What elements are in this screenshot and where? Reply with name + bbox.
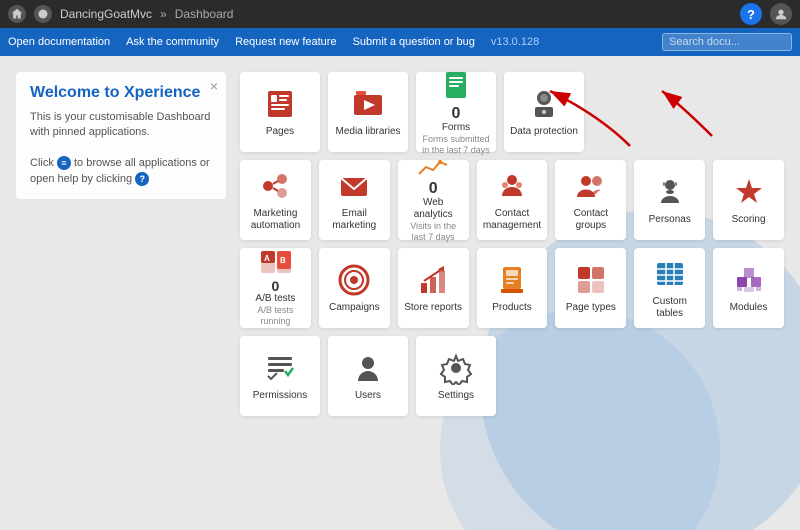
breadcrumb: Dashboard bbox=[175, 7, 234, 21]
user-avatar[interactable] bbox=[770, 3, 792, 25]
settings-label: Settings bbox=[438, 390, 474, 402]
data-protection-icon bbox=[526, 86, 562, 122]
ab-tests-sublabel: A/B tests running bbox=[246, 305, 305, 327]
contact-mgmt-label: Contact management bbox=[483, 208, 542, 232]
campaigns-icon bbox=[336, 262, 372, 298]
tile-page-types[interactable]: Page types bbox=[555, 248, 626, 328]
products-icon bbox=[494, 262, 530, 298]
tile-modules[interactable]: Modules bbox=[713, 248, 784, 328]
personas-label: Personas bbox=[649, 214, 691, 226]
tile-email-marketing[interactable]: Email marketing bbox=[319, 160, 390, 240]
breadcrumb-separator: » bbox=[160, 7, 167, 21]
svg-text:B: B bbox=[280, 256, 286, 265]
contact-groups-label: Contact groups bbox=[561, 208, 620, 232]
permissions-label: Permissions bbox=[253, 390, 307, 402]
web-analytics-icon bbox=[415, 157, 451, 177]
data-protection-label: Data protection bbox=[510, 126, 578, 138]
media-icon bbox=[350, 86, 386, 122]
request-feature-link[interactable]: Request new feature bbox=[235, 36, 337, 48]
custom-tables-icon bbox=[652, 256, 688, 292]
tiles-area: Pages Media libraries 0 Forms Forms subm… bbox=[240, 72, 784, 424]
open-help-icon[interactable]: ? bbox=[135, 172, 149, 186]
pages-icon bbox=[262, 86, 298, 122]
web-analytics-label: Web analytics bbox=[404, 197, 463, 221]
web-analytics-sublabel: Visits in the last 7 days bbox=[404, 221, 463, 243]
tile-media-libraries[interactable]: Media libraries bbox=[328, 72, 408, 152]
tile-row-3: AB 0 A/B tests A/B tests running Campaig… bbox=[240, 248, 784, 328]
top-bar: DancingGoatMvc » Dashboard ? bbox=[0, 0, 800, 28]
tile-forms[interactable]: 0 Forms Forms submitted in the last 7 da… bbox=[416, 72, 496, 152]
tile-data-protection[interactable]: Data protection bbox=[504, 72, 584, 152]
ask-community-link[interactable]: Ask the community bbox=[126, 36, 219, 48]
email-icon bbox=[336, 168, 372, 204]
permissions-icon bbox=[262, 350, 298, 386]
site-name: DancingGoatMvc bbox=[60, 7, 152, 21]
tile-row-2: Marketing automation Email marketing 0 W… bbox=[240, 160, 784, 240]
tile-personas[interactable]: Personas bbox=[634, 160, 705, 240]
ab-tests-label: A/B tests bbox=[255, 293, 295, 305]
version-label: v13.0.128 bbox=[491, 36, 539, 48]
help-icon[interactable]: ? bbox=[740, 3, 762, 25]
sub-nav: Open documentation Ask the community Req… bbox=[0, 28, 800, 56]
welcome-panel: × Welcome to Xperience This is your cust… bbox=[16, 72, 226, 199]
tile-store-reports[interactable]: Store reports bbox=[398, 248, 469, 328]
settings-icon bbox=[438, 350, 474, 386]
web-analytics-count: 0 bbox=[429, 181, 438, 197]
tile-marketing-automation[interactable]: Marketing automation bbox=[240, 160, 311, 240]
tile-scoring[interactable]: Scoring bbox=[713, 160, 784, 240]
browse-apps-icon[interactable]: ≡ bbox=[57, 156, 71, 170]
tile-users[interactable]: Users bbox=[328, 336, 408, 416]
tile-row-1: Pages Media libraries 0 Forms Forms subm… bbox=[240, 72, 784, 152]
tile-products[interactable]: Products bbox=[477, 248, 548, 328]
svg-text:A: A bbox=[264, 254, 270, 263]
store-reports-icon bbox=[415, 262, 451, 298]
tile-ab-tests[interactable]: AB 0 A/B tests A/B tests running bbox=[240, 248, 311, 328]
tile-row-4: Permissions Users Settings bbox=[240, 336, 784, 416]
modules-label: Modules bbox=[730, 302, 768, 314]
page-types-icon bbox=[573, 262, 609, 298]
home-icon[interactable] bbox=[8, 5, 26, 23]
email-label: Email marketing bbox=[325, 208, 384, 232]
top-bar-right: ? bbox=[740, 3, 792, 25]
contact-groups-icon bbox=[573, 168, 609, 204]
scoring-label: Scoring bbox=[732, 214, 766, 226]
products-label: Products bbox=[492, 302, 531, 314]
users-label: Users bbox=[355, 390, 381, 402]
ab-tests-icon: AB bbox=[257, 249, 293, 275]
tile-permissions[interactable]: Permissions bbox=[240, 336, 320, 416]
custom-tables-label: Custom tables bbox=[640, 296, 699, 320]
scoring-icon bbox=[731, 174, 767, 210]
users-icon bbox=[350, 350, 386, 386]
welcome-close-button[interactable]: × bbox=[210, 78, 218, 94]
ab-tests-count: 0 bbox=[272, 279, 280, 293]
open-docs-link[interactable]: Open documentation bbox=[8, 36, 110, 48]
welcome-title: Welcome to Xperience bbox=[30, 84, 212, 102]
campaigns-label: Campaigns bbox=[329, 302, 380, 314]
modules-icon bbox=[731, 262, 767, 298]
forms-sublabel: Forms submitted in the last 7 days bbox=[422, 134, 490, 156]
pages-label: Pages bbox=[266, 126, 294, 138]
main-content: × Welcome to Xperience This is your cust… bbox=[0, 56, 800, 530]
page-types-label: Page types bbox=[566, 302, 616, 314]
store-reports-label: Store reports bbox=[404, 302, 462, 314]
submit-bug-link[interactable]: Submit a question or bug bbox=[353, 36, 475, 48]
marketing-auto-icon bbox=[257, 168, 293, 204]
forms-label: Forms bbox=[442, 122, 470, 134]
media-label: Media libraries bbox=[335, 126, 400, 138]
search-input[interactable] bbox=[662, 33, 792, 51]
forms-icon bbox=[438, 68, 474, 102]
tile-contact-groups[interactable]: Contact groups bbox=[555, 160, 626, 240]
tile-custom-tables[interactable]: Custom tables bbox=[634, 248, 705, 328]
tile-campaigns[interactable]: Campaigns bbox=[319, 248, 390, 328]
tile-web-analytics[interactable]: 0 Web analytics Visits in the last 7 day… bbox=[398, 160, 469, 240]
forms-count: 0 bbox=[452, 106, 461, 122]
welcome-text: This is your customisable Dashboard with… bbox=[30, 110, 212, 187]
contact-mgmt-icon bbox=[494, 168, 530, 204]
tile-pages[interactable]: Pages bbox=[240, 72, 320, 152]
tile-settings[interactable]: Settings bbox=[416, 336, 496, 416]
marketing-auto-label: Marketing automation bbox=[246, 208, 305, 232]
tile-contact-management[interactable]: Contact management bbox=[477, 160, 548, 240]
personas-icon bbox=[652, 174, 688, 210]
app-icon[interactable] bbox=[34, 5, 52, 23]
